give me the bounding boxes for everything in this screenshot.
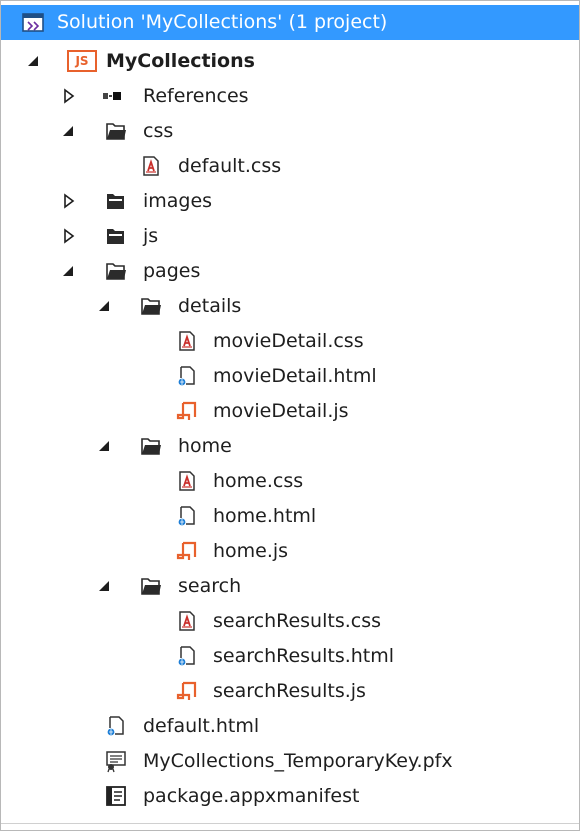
tree-item-default-html[interactable]: default.html	[1, 709, 579, 744]
solution-explorer-tree: Solution 'MyCollections' (1 project) JS …	[0, 0, 580, 831]
tree-item-manifest[interactable]: package.appxmanifest	[1, 779, 579, 814]
moviedetail-html-label: movieDetail.html	[213, 365, 377, 387]
collapsed-arrow-icon[interactable]	[61, 227, 77, 245]
expanded-arrow-icon[interactable]	[97, 437, 113, 455]
tree-item-details-folder[interactable]: details	[1, 289, 579, 324]
expanded-arrow-icon[interactable]	[61, 122, 77, 140]
html-file-icon	[104, 714, 128, 738]
tree-item-project[interactable]: JS MyCollections	[1, 44, 579, 79]
tree-item-references[interactable]: References	[1, 79, 579, 114]
folder-open-icon	[139, 574, 163, 598]
home-js-label: home.js	[213, 540, 289, 562]
solution-icon	[21, 10, 45, 34]
solution-label: Solution 'MyCollections' (1 project)	[57, 11, 388, 33]
tree-item-css-folder[interactable]: css	[1, 114, 579, 149]
tree-item-home-js[interactable]: home.js	[1, 534, 579, 569]
css-file-icon	[175, 469, 199, 493]
folder-open-icon	[139, 294, 163, 318]
css-file-icon	[175, 329, 199, 353]
tree-item-js-folder[interactable]: js	[1, 219, 579, 254]
js-file-icon	[175, 539, 199, 563]
details-folder-label: details	[178, 295, 242, 317]
references-icon	[101, 84, 125, 108]
images-folder-label: images	[143, 190, 213, 212]
references-label: References	[143, 85, 249, 107]
collapsed-arrow-icon[interactable]	[61, 192, 77, 210]
tree-item-searchresults-html[interactable]: searchResults.html	[1, 639, 579, 674]
tree-item-moviedetail-css[interactable]: movieDetail.css	[1, 324, 579, 359]
default-html-label: default.html	[143, 715, 260, 737]
html-file-icon	[175, 364, 199, 388]
css-file-icon	[139, 154, 163, 178]
search-folder-label: search	[178, 575, 242, 597]
manifest-icon	[104, 784, 128, 808]
tree-item-search-folder[interactable]: search	[1, 569, 579, 604]
home-folder-label: home	[178, 435, 232, 457]
tree-item-moviedetail-html[interactable]: movieDetail.html	[1, 359, 579, 394]
tree-item-images-folder[interactable]: images	[1, 184, 579, 219]
html-file-icon	[175, 504, 199, 528]
home-css-label: home.css	[213, 470, 304, 492]
tree-item-default-css[interactable]: default.css	[1, 149, 579, 184]
folder-closed-icon	[104, 224, 128, 248]
js-project-icon: JS	[67, 50, 97, 72]
searchresults-js-label: searchResults.js	[213, 680, 366, 702]
folder-open-icon	[139, 434, 163, 458]
expanded-arrow-icon[interactable]	[26, 52, 42, 70]
tree-item-searchresults-js[interactable]: searchResults.js	[1, 674, 579, 709]
expanded-arrow-icon[interactable]	[97, 297, 113, 315]
collapsed-arrow-icon[interactable]	[61, 87, 77, 105]
searchresults-html-label: searchResults.html	[213, 645, 395, 667]
js-folder-label: js	[143, 225, 159, 247]
html-file-icon	[175, 644, 199, 668]
folder-open-icon	[104, 259, 128, 283]
tree-item-home-html[interactable]: home.html	[1, 499, 579, 534]
project-label: MyCollections	[106, 50, 255, 72]
expanded-arrow-icon[interactable]	[61, 262, 77, 280]
searchresults-css-label: searchResults.css	[213, 610, 382, 632]
pages-folder-label: pages	[143, 260, 201, 282]
css-file-icon	[175, 609, 199, 633]
tree-item-solution[interactable]: Solution 'MyCollections' (1 project)	[1, 5, 579, 40]
tree-item-moviedetail-js[interactable]: movieDetail.js	[1, 394, 579, 429]
expanded-arrow-icon[interactable]	[97, 577, 113, 595]
js-file-icon	[175, 399, 199, 423]
default-css-label: default.css	[178, 155, 282, 177]
tree-item-temporary-key[interactable]: MyCollections_TemporaryKey.pfx	[1, 744, 579, 779]
folder-open-icon	[104, 119, 128, 143]
folder-closed-icon	[104, 189, 128, 213]
scroll-edge-divider	[1, 823, 579, 824]
tree-item-pages-folder[interactable]: pages	[1, 254, 579, 289]
home-html-label: home.html	[213, 505, 317, 527]
certificate-key-icon	[104, 749, 128, 773]
tree-item-home-folder[interactable]: home	[1, 429, 579, 464]
moviedetail-css-label: movieDetail.css	[213, 330, 364, 352]
tree-item-searchresults-css[interactable]: searchResults.css	[1, 604, 579, 639]
manifest-label: package.appxmanifest	[143, 785, 360, 807]
moviedetail-js-label: movieDetail.js	[213, 400, 349, 422]
js-file-icon	[175, 679, 199, 703]
css-folder-label: css	[143, 120, 174, 142]
tree-item-home-css[interactable]: home.css	[1, 464, 579, 499]
temporary-key-label: MyCollections_TemporaryKey.pfx	[143, 750, 453, 772]
